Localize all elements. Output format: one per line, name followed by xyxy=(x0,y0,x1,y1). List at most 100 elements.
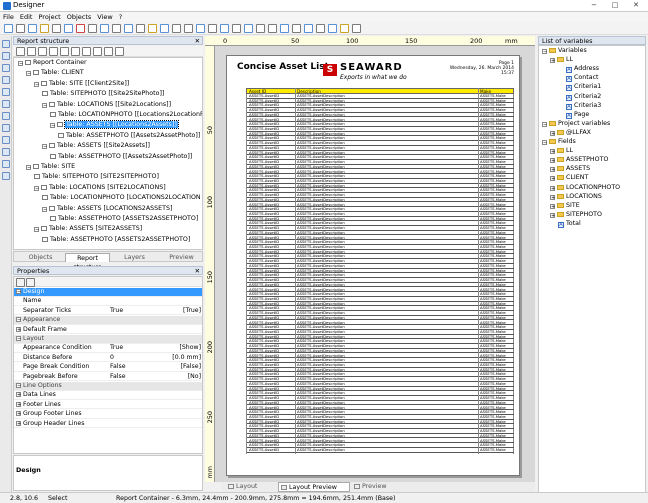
tool-icon[interactable] xyxy=(2,52,10,60)
structure-tool-icon[interactable] xyxy=(115,47,124,56)
variable-node[interactable]: A Criteria3 xyxy=(566,102,601,110)
toolbar-icon[interactable] xyxy=(340,24,349,33)
tree-node[interactable]: Table: SITEPHOTO [SITE2SITEPHOTO] xyxy=(34,173,159,181)
toolbar-icon[interactable] xyxy=(232,24,241,33)
tool-icon[interactable] xyxy=(2,76,10,84)
toolbar-icon[interactable] xyxy=(4,24,13,33)
expand-toggle-icon[interactable]: − xyxy=(542,49,547,55)
property-category[interactable]: − Layout xyxy=(14,335,202,344)
property-row[interactable]: + Group Header Lines xyxy=(14,420,202,429)
expand-toggle-icon[interactable]: − xyxy=(34,81,39,87)
toolbar-icon[interactable] xyxy=(280,24,289,33)
toolbar-icon[interactable] xyxy=(76,24,85,33)
tool-icon[interactable] xyxy=(2,64,10,72)
tool-icon[interactable] xyxy=(2,160,10,168)
expand-toggle-icon[interactable]: − xyxy=(16,289,21,295)
property-row[interactable]: + Default Frame xyxy=(14,326,202,335)
toolbar-icon[interactable] xyxy=(244,24,253,33)
close-icon[interactable]: ✕ xyxy=(195,37,200,45)
property-value[interactable]: 0 xyxy=(110,354,114,363)
toolbar-icon[interactable] xyxy=(124,24,133,33)
toolbar-icon[interactable] xyxy=(316,24,325,33)
property-value[interactable]: True xyxy=(110,344,123,353)
tree-node[interactable]: − Table: LOCATIONS [[Site2Locations]] xyxy=(42,101,171,109)
toolbar-icon[interactable] xyxy=(160,24,169,33)
expand-toggle-icon[interactable]: + xyxy=(550,58,555,64)
structure-tool-icon[interactable] xyxy=(104,47,113,56)
tree-node[interactable]: − Table: CLIENT xyxy=(26,69,84,77)
toolbar-icon[interactable] xyxy=(136,24,145,33)
toolbar-icon[interactable] xyxy=(268,24,277,33)
toolbar-icon[interactable] xyxy=(292,24,301,33)
variable-node[interactable]: A Criteria2 xyxy=(566,93,601,101)
property-value[interactable]: True xyxy=(110,307,123,316)
tree-node[interactable]: Table: ASSETPHOTO [ASSETS2ASSETPHOTO] xyxy=(42,236,190,244)
variable-node[interactable]: A Address xyxy=(566,65,599,74)
property-row[interactable]: Appearance Condition True [Show] xyxy=(14,344,202,353)
tree-node[interactable]: Table: SITEPHOTO [[Site2SitePhoto]] xyxy=(42,90,164,98)
variable-node[interactable]: + LL xyxy=(550,56,573,64)
close-button[interactable]: ✕ xyxy=(626,0,646,11)
property-category[interactable]: − Appearance xyxy=(14,316,202,325)
tree-node[interactable]: − Table: SITE xyxy=(26,163,75,171)
expand-toggle-icon[interactable]: − xyxy=(542,121,547,127)
property-value[interactable]: False xyxy=(110,373,126,382)
variable-node[interactable]: + SITE xyxy=(550,202,580,210)
expand-toggle-icon[interactable]: + xyxy=(550,167,555,173)
close-icon[interactable]: ✕ xyxy=(195,267,200,275)
menu-objects[interactable]: Objects xyxy=(64,12,95,22)
menu-project[interactable]: Project xyxy=(35,12,63,22)
expand-toggle-icon[interactable]: − xyxy=(16,383,21,389)
variable-node[interactable]: A Contact xyxy=(566,74,599,83)
expand-toggle-icon[interactable]: − xyxy=(50,123,55,129)
property-row[interactable]: + Footer Lines xyxy=(14,401,202,410)
toolbar-icon[interactable] xyxy=(328,24,337,33)
table-row[interactable]: ASSETS.AssetID ASSETS.AssetDescription ASS… xyxy=(247,448,514,453)
tool-icon[interactable] xyxy=(2,124,10,132)
structure-tool-icon[interactable] xyxy=(71,47,80,56)
toolbar-icon[interactable] xyxy=(184,24,193,33)
minimize-button[interactable]: − xyxy=(584,0,604,11)
tab-layout-preview[interactable]: Layout Preview xyxy=(278,482,350,492)
tool-icon[interactable] xyxy=(2,148,10,156)
structure-tool-icon[interactable] xyxy=(38,47,47,56)
expand-toggle-icon[interactable]: + xyxy=(16,326,21,332)
table-body[interactable]: ASSETS.AssetID ASSETS.AssetDescription ASS… xyxy=(246,94,514,454)
toolbar-icon[interactable] xyxy=(208,24,217,33)
expand-toggle-icon[interactable]: − xyxy=(18,61,23,67)
toolbar-icon[interactable] xyxy=(64,24,73,33)
toolbar-icon[interactable] xyxy=(16,24,25,33)
tab-layers[interactable]: Layers xyxy=(112,253,157,262)
toolbar-icon[interactable] xyxy=(100,24,109,33)
variable-node[interactable]: + LOCATIONS xyxy=(550,193,602,201)
tree-node[interactable]: − Table: LOCATIONS [SITE2LOCATIONS] xyxy=(34,184,166,192)
tree-node[interactable]: − Table: ASSETS [[Locations2Assets]] xyxy=(50,120,179,130)
variable-node[interactable]: + @LLFAX xyxy=(550,129,591,137)
tool-icon[interactable] xyxy=(2,172,10,180)
tree-node[interactable]: − Table: ASSETS [LOCATIONS2ASSETS] xyxy=(42,205,172,213)
expand-toggle-icon[interactable]: + xyxy=(16,392,21,398)
expand-toggle-icon[interactable]: + xyxy=(550,203,555,209)
menu-help[interactable]: ? xyxy=(116,12,125,22)
toolbar-icon[interactable] xyxy=(304,24,313,33)
tool-icon[interactable] xyxy=(2,40,10,48)
tab-preview[interactable]: Preview xyxy=(352,482,412,492)
variable-node[interactable]: − Project variables xyxy=(542,120,610,128)
property-value[interactable]: False xyxy=(110,363,126,372)
structure-tool-icon[interactable] xyxy=(82,47,91,56)
toolbar-icon[interactable] xyxy=(220,24,229,33)
expand-toggle-icon[interactable]: − xyxy=(34,185,39,191)
expand-toggle-icon[interactable]: − xyxy=(16,317,21,323)
property-row[interactable]: Page Break Condition False [False] xyxy=(14,363,202,372)
structure-tool-icon[interactable] xyxy=(16,47,25,56)
tree-node[interactable]: − Table: ASSETS [SITE2ASSETS] xyxy=(34,225,142,233)
menu-view[interactable]: View xyxy=(94,12,115,22)
expand-toggle-icon[interactable]: + xyxy=(550,212,555,218)
toolbar-icon[interactable] xyxy=(196,24,205,33)
tool-icon[interactable] xyxy=(2,100,10,108)
toolbar-icon[interactable] xyxy=(352,24,361,33)
maximize-button[interactable]: □ xyxy=(605,0,625,11)
expand-toggle-icon[interactable]: + xyxy=(550,176,555,182)
expand-toggle-icon[interactable]: − xyxy=(26,71,31,77)
toolbar-icon[interactable] xyxy=(148,24,157,33)
